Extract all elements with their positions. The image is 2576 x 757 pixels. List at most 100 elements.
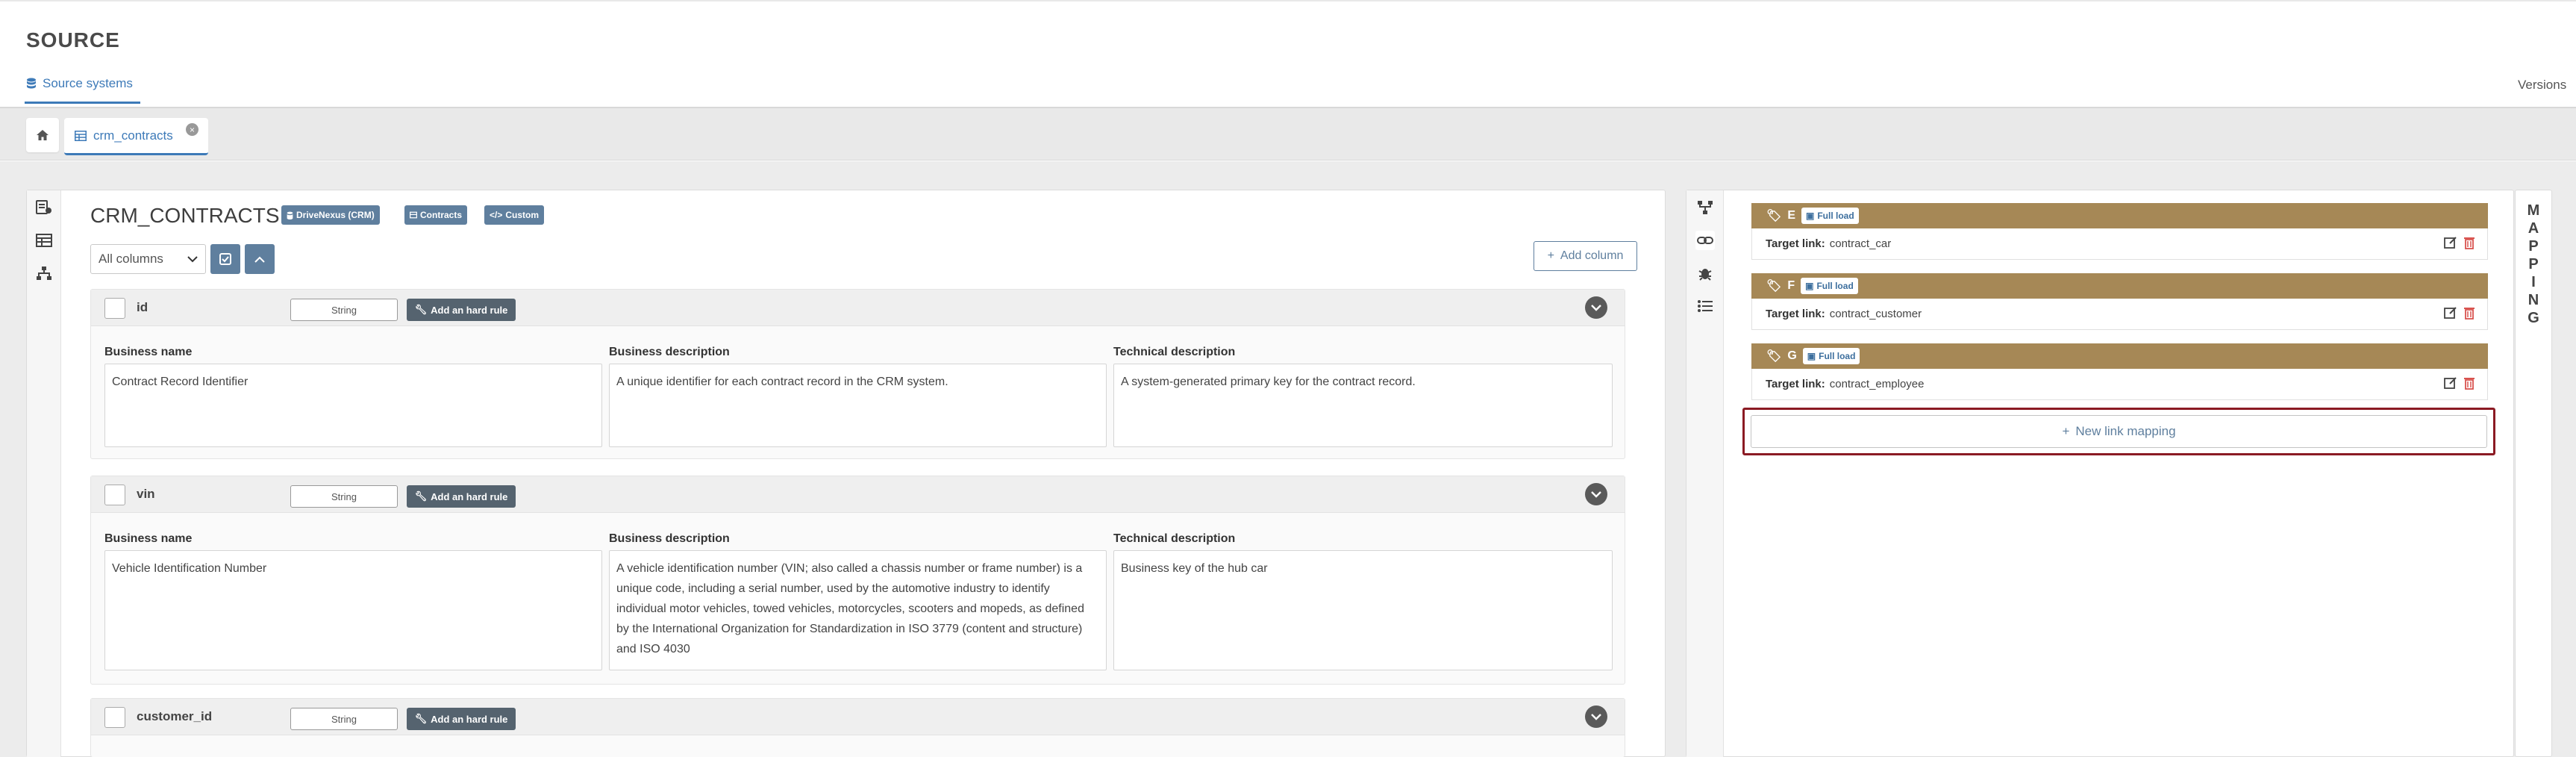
column-type[interactable]: String: [290, 485, 398, 508]
list-icon[interactable]: [1695, 296, 1715, 316]
target-link-value: contract_employee: [1829, 378, 1925, 390]
add-hard-rule-button[interactable]: 🔧︎ Add an hard rule: [407, 485, 516, 508]
target-link-label: Target link:: [1766, 308, 1825, 320]
business-description-field[interactable]: A vehicle identification number (VIN; al…: [609, 550, 1107, 670]
collapse-all-button[interactable]: [245, 244, 275, 274]
column-checkbox[interactable]: [104, 707, 125, 728]
tag-icon: 🏷︎: [1766, 280, 1782, 293]
column-type[interactable]: String: [290, 708, 398, 730]
column-card-customer-id: customer_id String 🔧︎ Add an hard rule: [90, 698, 1625, 757]
left-toolbar: [27, 190, 61, 757]
wrench-icon: 🔧︎: [414, 713, 428, 724]
tag-icon: 🏷︎: [1766, 210, 1782, 222]
tab-crm-contracts[interactable]: crm_contracts: [64, 118, 208, 155]
load-badge: ▣ Full load: [1802, 348, 1860, 364]
add-hard-rule-button[interactable]: 🔧︎ Add an hard rule: [407, 299, 516, 321]
link-icon[interactable]: [1695, 231, 1715, 250]
mapping-header-f[interactable]: 🏷︎ F ▣ Full load: [1751, 273, 2488, 299]
database-icon: [27, 78, 36, 89]
active-tab-indicator: [25, 102, 140, 104]
business-name-label: Business name: [104, 532, 193, 545]
top-border: [0, 0, 2576, 1]
right-toolbar: [1686, 190, 1724, 757]
collapse-column-button[interactable]: [1585, 705, 1607, 728]
collapse-column-button[interactable]: [1585, 483, 1607, 505]
mapping-row-e: Target link: contract_car: [1751, 228, 2488, 260]
business-description-field[interactable]: A unique identifier for each contract re…: [609, 364, 1107, 447]
database-icon: ▣: [1805, 281, 1814, 291]
business-description-label: Business description: [609, 532, 730, 545]
mapping-row-f: Target link: contract_customer: [1751, 299, 2488, 330]
mapping-letter: E: [1787, 209, 1795, 222]
collapse-column-button[interactable]: [1585, 296, 1607, 319]
delete-icon[interactable]: [2463, 236, 2475, 249]
tab-source-systems[interactable]: Source systems: [26, 76, 133, 91]
target-link-label: Target link:: [1766, 378, 1825, 390]
code-icon: </>: [490, 210, 503, 220]
table-icon: [410, 211, 417, 219]
load-badge: ▣ Full load: [1801, 278, 1858, 294]
technical-description-label: Technical description: [1113, 346, 1236, 358]
edit-icon[interactable]: [2444, 236, 2457, 249]
chevron-down-icon: [1591, 713, 1601, 720]
column-checkbox[interactable]: [104, 485, 125, 505]
business-name-field[interactable]: Vehicle Identification Number: [104, 550, 602, 670]
column-name: vin: [137, 487, 155, 501]
columns-filter-select[interactable]: All columns: [90, 244, 206, 274]
hierarchy-icon[interactable]: [34, 264, 54, 283]
page-title: SOURCE: [26, 28, 120, 52]
wrench-icon: 🔧︎: [414, 304, 428, 315]
new-link-mapping-button[interactable]: + New link mapping: [1751, 415, 2487, 448]
table-title: CRM_CONTRACTS: [90, 204, 280, 227]
badge-contracts[interactable]: Contracts: [404, 205, 468, 225]
table-details-icon[interactable]: [34, 198, 54, 217]
chevron-down-icon: [1591, 304, 1601, 311]
column-name: id: [137, 300, 149, 314]
edit-icon[interactable]: [2444, 306, 2457, 320]
target-link-value: contract_car: [1829, 237, 1892, 250]
column-checkbox[interactable]: [104, 298, 125, 319]
add-hard-rule-button[interactable]: 🔧︎ Add an hard rule: [407, 708, 516, 730]
table-icon: [75, 130, 87, 141]
plus-icon: +: [1547, 249, 1554, 262]
badge-system[interactable]: DriveNexus (CRM): [281, 205, 380, 225]
technical-description-label: Technical description: [1113, 532, 1236, 545]
mapping-header-e[interactable]: 🏷︎ E ▣ Full load: [1751, 203, 2488, 228]
business-description-label: Business description: [609, 346, 730, 358]
mapping-row-g: Target link: contract_employee: [1751, 369, 2488, 400]
edit-icon[interactable]: [2444, 376, 2457, 390]
chevron-up-icon: [254, 256, 265, 263]
business-name-field[interactable]: Contract Record Identifier: [104, 364, 602, 447]
load-badge: ▣ Full load: [1801, 208, 1859, 224]
delete-icon[interactable]: [2463, 376, 2475, 390]
mapping-side-title: M A P P I N G: [2527, 202, 2540, 326]
hierarchy-icon[interactable]: [1695, 198, 1715, 217]
plus-icon: +: [2062, 424, 2070, 438]
chevron-down-icon: [187, 255, 198, 262]
column-card-id: id String 🔧︎ Add an hard rule Business n…: [90, 289, 1625, 459]
technical-description-field[interactable]: Business key of the hub car: [1113, 550, 1613, 670]
database-icon: ▣: [1807, 351, 1816, 361]
business-name-label: Business name: [104, 346, 193, 358]
home-icon: [37, 130, 49, 140]
select-all-button[interactable]: [210, 244, 240, 274]
bug-icon[interactable]: [1695, 264, 1715, 283]
mapping-letter: F: [1787, 279, 1795, 292]
check-square-icon: [219, 253, 231, 265]
versions-link[interactable]: Versions: [2518, 78, 2566, 93]
column-type[interactable]: String: [290, 299, 398, 321]
close-tab-icon[interactable]: ×: [186, 123, 198, 136]
tab-label: Source systems: [43, 76, 133, 90]
column-card-vin: vin String 🔧︎ Add an hard rule Business …: [90, 476, 1625, 685]
columns-grid-icon[interactable]: [34, 231, 54, 250]
badge-custom[interactable]: </> Custom: [484, 205, 545, 225]
mapping-header-g[interactable]: 🏷︎ G ▣ Full load: [1751, 343, 2488, 369]
mapping-letter: G: [1787, 349, 1797, 362]
add-column-button[interactable]: + Add column: [1534, 241, 1637, 271]
database-icon: ▣: [1805, 211, 1815, 221]
wrench-icon: 🔧︎: [414, 490, 428, 502]
delete-icon[interactable]: [2463, 306, 2475, 320]
technical-description-field[interactable]: A system-generated primary key for the c…: [1113, 364, 1613, 447]
home-tab[interactable]: [26, 118, 59, 152]
target-link-value: contract_customer: [1829, 308, 1922, 320]
